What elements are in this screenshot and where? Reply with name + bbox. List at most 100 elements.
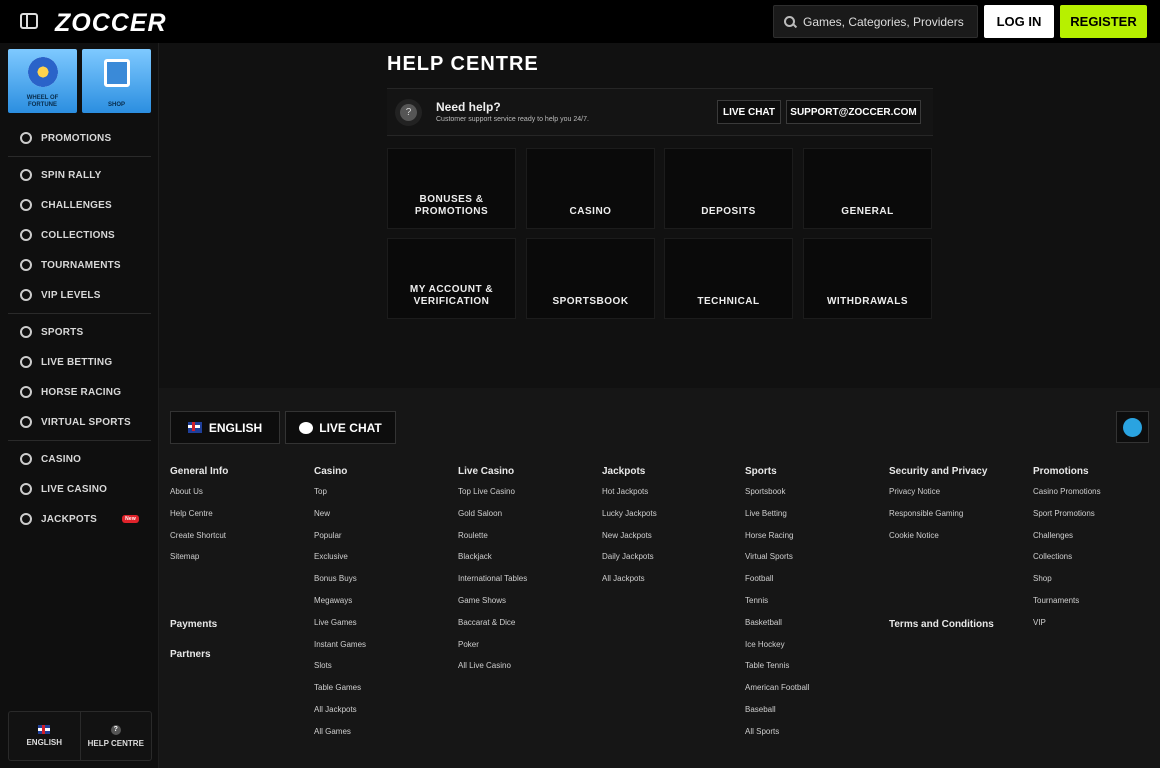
sidebar-item-sports[interactable]: SPORTS [0,317,159,347]
sidebar-item-live-casino[interactable]: LIVE CASINO [0,474,159,504]
footer-heading[interactable]: Casino [314,466,366,477]
footer-link[interactable]: Daily Jackpots [602,552,657,574]
footer-link[interactable]: Hot Jackpots [602,487,657,509]
help-centre-button[interactable]: ? HELP CENTRE [79,712,152,760]
footer-link[interactable]: Top [314,487,366,509]
footer-link[interactable]: Poker [458,640,527,662]
footer-link[interactable]: Roulette [458,531,527,553]
sidebar-item-casino[interactable]: CASINO [0,444,159,474]
footer-link[interactable]: Popular [314,531,366,553]
horse-icon [20,386,32,398]
footer-link[interactable]: Help Centre [170,509,228,531]
footer-link[interactable]: All Jackpots [602,574,657,596]
footer-link[interactable]: About Us [170,487,228,509]
footer-link[interactable]: Game Shows [458,596,527,618]
footer-live-chat-button[interactable]: LIVE CHAT [285,411,396,444]
footer-link[interactable]: All Jackpots [314,705,366,727]
category-casino[interactable]: CASINO [526,148,655,229]
telegram-button[interactable] [1116,411,1149,443]
footer-link[interactable]: Sitemap [170,552,228,574]
footer-heading[interactable]: General Info [170,466,228,477]
sidebar-item-live-betting[interactable]: LIVE BETTING [0,347,159,377]
footer-heading[interactable]: Jackpots [602,466,657,477]
sidebar-item-spin-rally[interactable]: SPIN RALLY [0,160,159,190]
footer-heading-payments[interactable]: Payments [170,619,217,630]
footer-link[interactable]: Blackjack [458,552,527,574]
footer-link[interactable]: Bonus Buys [314,574,366,596]
footer-link[interactable]: Football [745,574,809,596]
footer-link[interactable]: Baseball [745,705,809,727]
footer-link[interactable]: All Sports [745,727,809,749]
language-button[interactable]: ENGLISH [9,712,80,760]
sports-icon [20,326,32,338]
footer-link[interactable]: Collections [1033,552,1101,574]
footer-link[interactable]: Virtual Sports [745,552,809,574]
register-button[interactable]: REGISTER [1060,5,1147,38]
footer-link[interactable]: Sport Promotions [1033,509,1101,531]
login-button[interactable]: LOG IN [984,5,1054,38]
footer-link[interactable]: Exclusive [314,552,366,574]
footer-link[interactable]: Megaways [314,596,366,618]
footer-heading[interactable]: Live Casino [458,466,527,477]
footer-link[interactable]: New [314,509,366,531]
footer-link[interactable]: Shop [1033,574,1101,596]
footer-link[interactable]: Tennis [745,596,809,618]
footer-link[interactable]: Table Games [314,683,366,705]
category-deposits[interactable]: DEPOSITS [664,148,793,229]
footer-link[interactable]: Gold Saloon [458,509,527,531]
search-input[interactable]: Games, Categories, Providers [773,5,978,38]
footer-link[interactable]: Table Tennis [745,661,809,683]
footer-link[interactable]: American Football [745,683,809,705]
footer-link[interactable]: Slots [314,661,366,683]
footer-link[interactable]: Lucky Jackpots [602,509,657,531]
footer-link[interactable]: New Jackpots [602,531,657,553]
footer-link[interactable]: Instant Games [314,640,366,662]
support-email-button[interactable]: SUPPORT@ZOCCER.COM [786,100,921,124]
sidebar-toggle-icon[interactable] [20,13,38,29]
sidebar-item-challenges[interactable]: CHALLENGES [0,190,159,220]
footer-link[interactable]: Ice Hockey [745,640,809,662]
footer-link[interactable]: Cookie Notice [889,531,987,553]
category-withdrawals[interactable]: WITHDRAWALS [803,238,932,319]
sidebar-item-jackpots[interactable]: JACKPOTS New [0,504,159,534]
footer-link[interactable]: Horse Racing [745,531,809,553]
footer-link[interactable]: Basketball [745,618,809,640]
footer-heading-partners[interactable]: Partners [170,649,211,660]
category-bonuses-promotions[interactable]: BONUSES & PROMOTIONS [387,148,516,229]
footer-link[interactable]: VIP [1033,618,1101,640]
footer-heading[interactable]: Security and Privacy [889,466,987,477]
category-my-account-verification[interactable]: MY ACCOUNT & VERIFICATION [387,238,516,319]
sidebar-item-vip-levels[interactable]: VIP LEVELS [0,280,159,310]
category-sportsbook[interactable]: SPORTSBOOK [526,238,655,319]
shop-tile[interactable]: SHOP [82,49,151,113]
category-general[interactable]: GENERAL [803,148,932,229]
footer-language-button[interactable]: ENGLISH [170,411,280,444]
footer-link[interactable]: Baccarat & Dice [458,618,527,640]
footer-heading[interactable]: Sports [745,466,809,477]
sidebar-item-promotions[interactable]: PROMOTIONS [0,123,159,153]
footer-link[interactable]: Top Live Casino [458,487,527,509]
wheel-of-fortune-tile[interactable]: WHEEL OF FORTUNE [8,49,77,113]
logo[interactable]: ZOCCER [55,9,167,38]
sidebar-item-tournaments[interactable]: TOURNAMENTS [0,250,159,280]
sidebar-item-virtual-sports[interactable]: VIRTUAL SPORTS [0,407,159,437]
footer-link[interactable]: Tournaments [1033,596,1101,618]
footer-link[interactable]: Responsible Gaming [889,509,987,531]
footer-link[interactable]: Live Betting [745,509,809,531]
footer-link[interactable]: Casino Promotions [1033,487,1101,509]
footer-heading[interactable]: Promotions [1033,466,1101,477]
footer-link[interactable]: Privacy Notice [889,487,987,509]
sidebar-item-collections[interactable]: COLLECTIONS [0,220,159,250]
sidebar-item-horse-racing[interactable]: HORSE RACING [0,377,159,407]
footer-link[interactable]: Create Shortcut [170,531,228,553]
footer-link[interactable]: All Games [314,727,366,749]
footer-heading-terms[interactable]: Terms and Conditions [889,619,994,630]
category-technical[interactable]: TECHNICAL [664,238,793,319]
footer-link[interactable]: All Live Casino [458,661,527,683]
footer-link[interactable]: Live Games [314,618,366,640]
footer-link[interactable]: Sportsbook [745,487,809,509]
search-placeholder: Games, Categories, Providers [803,14,964,29]
footer-link[interactable]: Challenges [1033,531,1101,553]
live-chat-button[interactable]: LIVE CHAT [717,100,781,124]
footer-link[interactable]: International Tables [458,574,527,596]
